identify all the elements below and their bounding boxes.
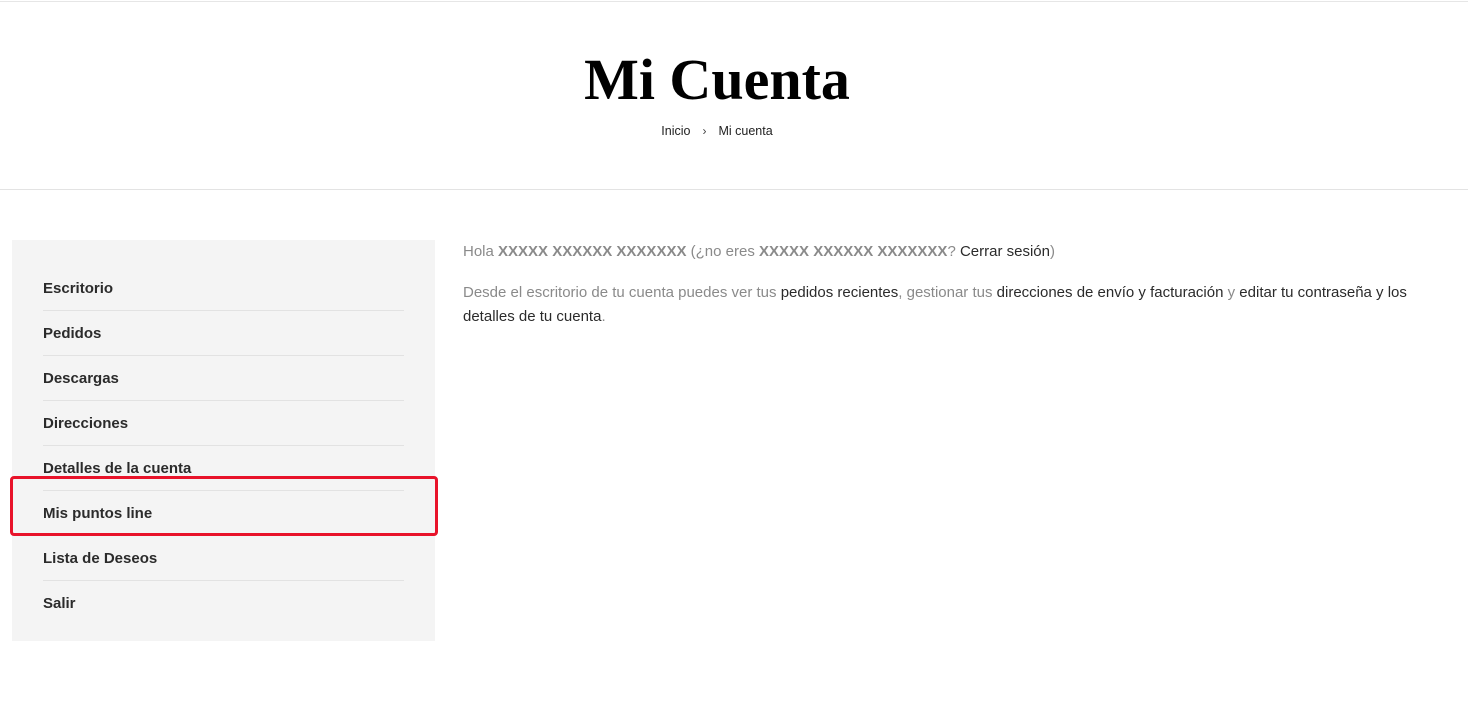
nav-item-mis-puntos-line[interactable]: Mis puntos line	[43, 491, 404, 536]
nav-item-lista-deseos[interactable]: Lista de Deseos	[43, 536, 404, 581]
description-paragraph: Desde el escritorio de tu cuenta puedes …	[463, 281, 1413, 329]
breadcrumb-home-link[interactable]: Inicio	[661, 124, 690, 138]
logout-link[interactable]: Cerrar sesión	[960, 243, 1050, 260]
recent-orders-link[interactable]: pedidos recientes	[781, 284, 899, 301]
nav-item-salir[interactable]: Salir	[43, 581, 404, 625]
page: Mi Cuenta Inicio › Mi cuenta Escritorio …	[0, 0, 1468, 713]
page-title: Mi Cuenta	[584, 47, 850, 112]
description-text: .	[601, 308, 606, 325]
chevron-right-icon: ›	[702, 124, 707, 138]
breadcrumb-current: Mi cuenta	[718, 124, 773, 138]
nav-item-escritorio[interactable]: Escritorio	[43, 266, 404, 311]
greeting-text: ?	[947, 243, 960, 260]
account-sidebar: Escritorio Pedidos Descargas Direcciones…	[12, 240, 435, 641]
greeting-text: )	[1049, 243, 1055, 260]
top-divider	[0, 1, 1468, 2]
greeting-text: (¿no eres	[686, 243, 759, 260]
greeting-paragraph: Hola XXXXX XXXXXX XXXXXXX (¿no eres XXXX…	[463, 240, 1413, 264]
nav-item-detalles-cuenta[interactable]: Detalles de la cuenta	[43, 446, 404, 491]
account-navigation: Escritorio Pedidos Descargas Direcciones…	[43, 266, 404, 625]
nav-item-pedidos[interactable]: Pedidos	[43, 311, 404, 356]
addresses-link[interactable]: direcciones de envío y facturación	[997, 284, 1224, 301]
description-text: , gestionar tus	[898, 284, 997, 301]
user-name-again: XXXXX XXXXXX XXXXXXX	[759, 243, 948, 260]
nav-item-direcciones[interactable]: Direcciones	[43, 401, 404, 446]
description-text: Desde el escritorio de tu cuenta puedes …	[463, 284, 781, 301]
description-text: y	[1223, 284, 1240, 301]
nav-item-descargas[interactable]: Descargas	[43, 356, 404, 401]
greeting-text: Hola	[463, 243, 499, 260]
breadcrumb: Inicio › Mi cuenta	[0, 124, 1434, 138]
dashboard-content: Hola XXXXX XXXXXX XXXXXXX (¿no eres XXXX…	[463, 240, 1413, 329]
user-name: XXXXX XXXXXX XXXXXXX	[498, 243, 687, 260]
header-divider	[0, 189, 1468, 190]
